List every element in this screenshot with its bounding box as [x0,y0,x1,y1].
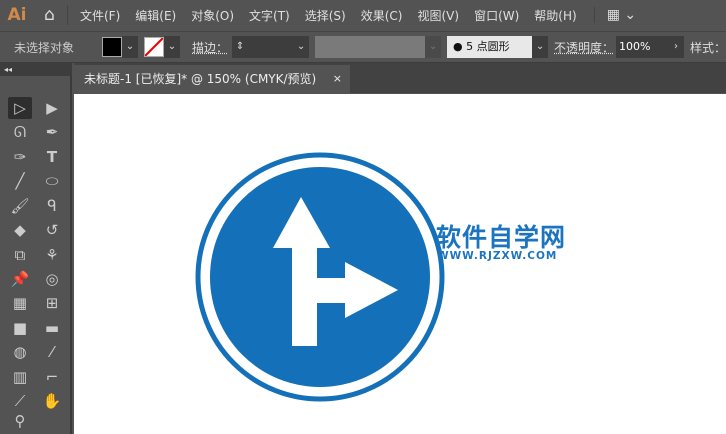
traffic-sign [195,152,445,402]
watermark-title: 软件自学网 [436,223,567,252]
sign-disk [210,167,430,387]
watermark-url: WWW.RJZXW.COM [437,250,558,262]
